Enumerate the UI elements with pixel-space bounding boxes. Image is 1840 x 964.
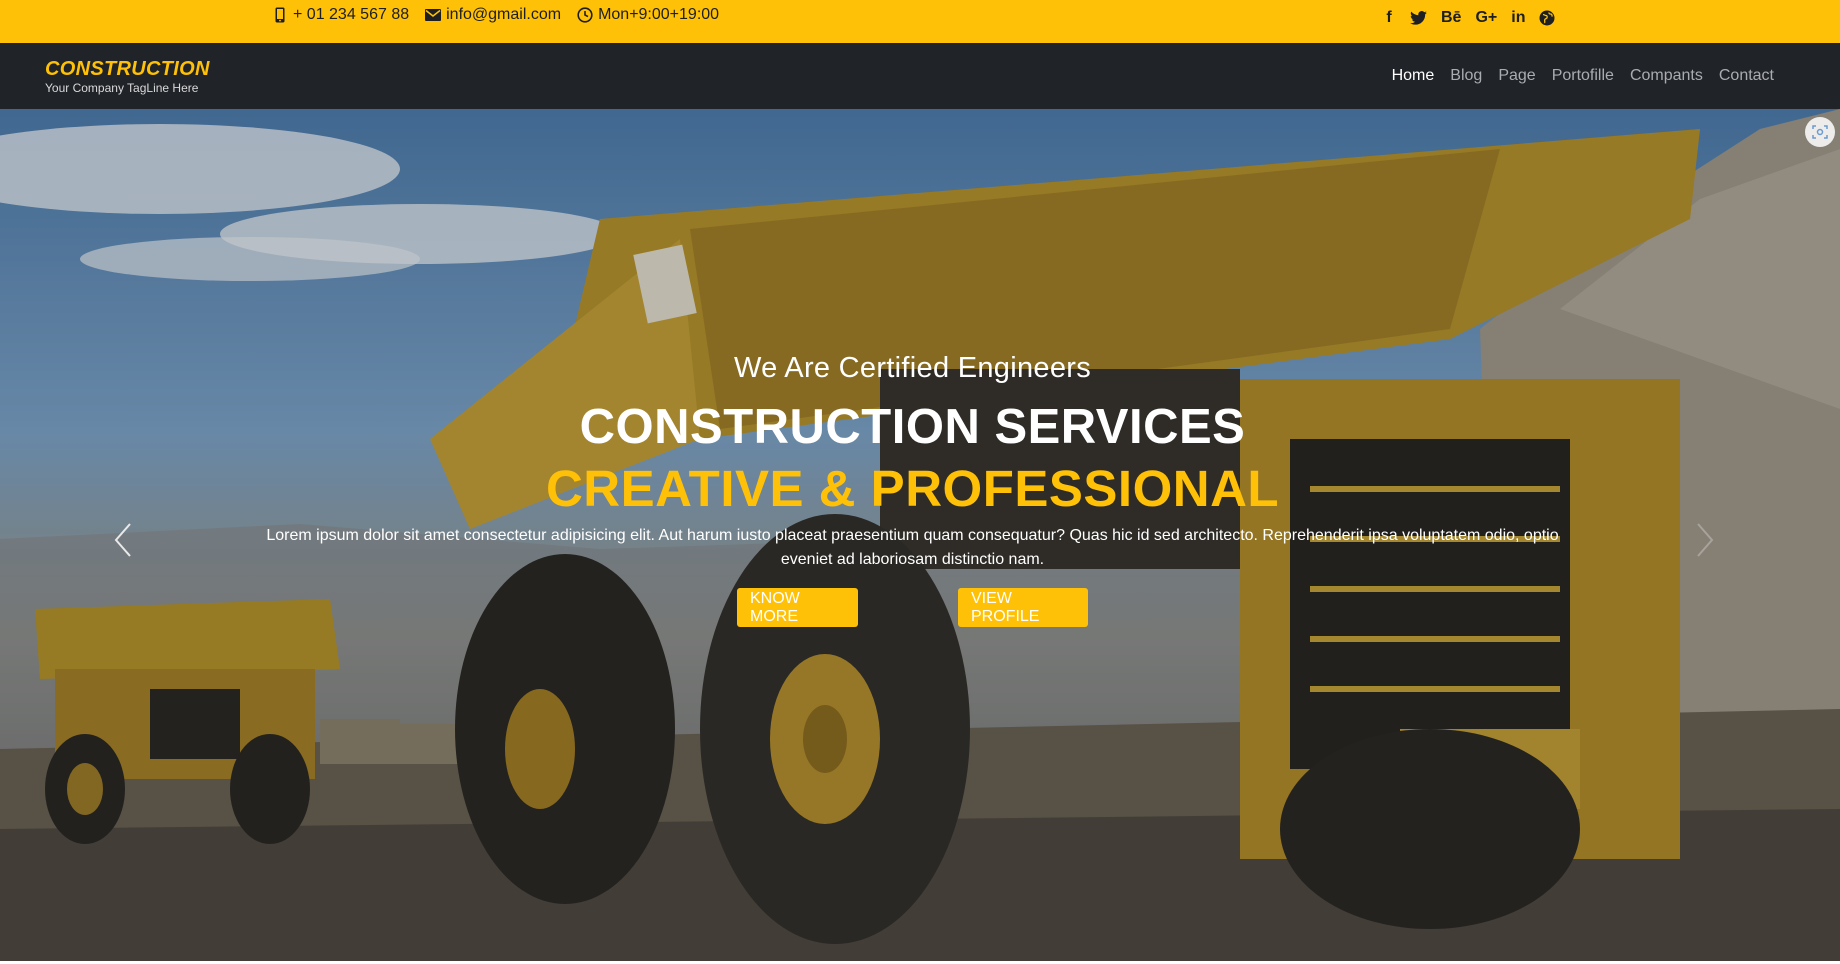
mobile-phone-icon (272, 7, 288, 23)
globe-icon[interactable] (1539, 9, 1555, 27)
clock-icon (577, 7, 593, 23)
hero-subtitle: We Are Certified Engineers (733, 352, 1092, 384)
social-links: f Bē G+ in (1382, 0, 1555, 36)
logo-name: CONSTRUCTION (45, 58, 210, 80)
contact-info: + 01 234 567 88 info@gmail.com Mon+9:00+… (272, 0, 719, 30)
behance-icon[interactable]: Bē (1441, 9, 1461, 27)
know-more-button[interactable]: KNOW MORE (737, 588, 858, 627)
menu-item-blog[interactable]: Blog (1450, 67, 1482, 85)
facebook-icon[interactable]: f (1382, 9, 1396, 27)
linkedin-icon[interactable]: in (1511, 9, 1525, 27)
envelope-icon (425, 7, 442, 23)
hero-title-line1: CONSTRUCTION SERVICES (579, 400, 1246, 454)
email-address: info@gmail.com (446, 6, 562, 23)
twitter-icon[interactable] (1410, 9, 1427, 27)
view-profile-button[interactable]: VIEW PROFILE (958, 588, 1088, 627)
opening-hours: Mon+9:00+19:00 (598, 6, 720, 23)
menu-item-portofille[interactable]: Portofille (1552, 67, 1614, 85)
menu-item-page[interactable]: Page (1498, 67, 1535, 85)
hero-description: Lorem ipsum dolor sit amet consectetur a… (266, 527, 1559, 568)
top-info-bar: + 01 234 567 88 info@gmail.com Mon+9:00+… (0, 0, 1840, 43)
main-menu: Home Blog Page Portofille Compants Conta… (1392, 43, 1774, 109)
logo-tagline: Your Company TagLine Here (45, 81, 199, 95)
slider-next-arrow-icon[interactable] (1692, 520, 1716, 560)
menu-item-contact[interactable]: Contact (1719, 67, 1774, 85)
phone-number: + 01 234 567 88 (293, 6, 410, 23)
main-navbar: CONSTRUCTION Your Company TagLine Here H… (0, 43, 1840, 109)
hours-item: Mon+9:00+19:00 (577, 6, 719, 24)
hero-title-line2: CREATIVE & PROFESSIONAL (545, 460, 1280, 517)
email-item[interactable]: info@gmail.com (425, 6, 561, 24)
site-logo[interactable]: CONSTRUCTION Your Company TagLine Here (45, 58, 210, 95)
phone-item[interactable]: + 01 234 567 88 (272, 6, 409, 24)
slider-prev-arrow-icon[interactable] (112, 520, 136, 560)
hero-slider: We Are Certified Engineers CONSTRUCTION … (0, 109, 1840, 961)
menu-item-compants[interactable]: Compants (1630, 67, 1703, 85)
google-plus-icon[interactable]: G+ (1475, 9, 1497, 27)
menu-item-home[interactable]: Home (1392, 67, 1435, 85)
image-search-icon[interactable] (1805, 117, 1835, 147)
